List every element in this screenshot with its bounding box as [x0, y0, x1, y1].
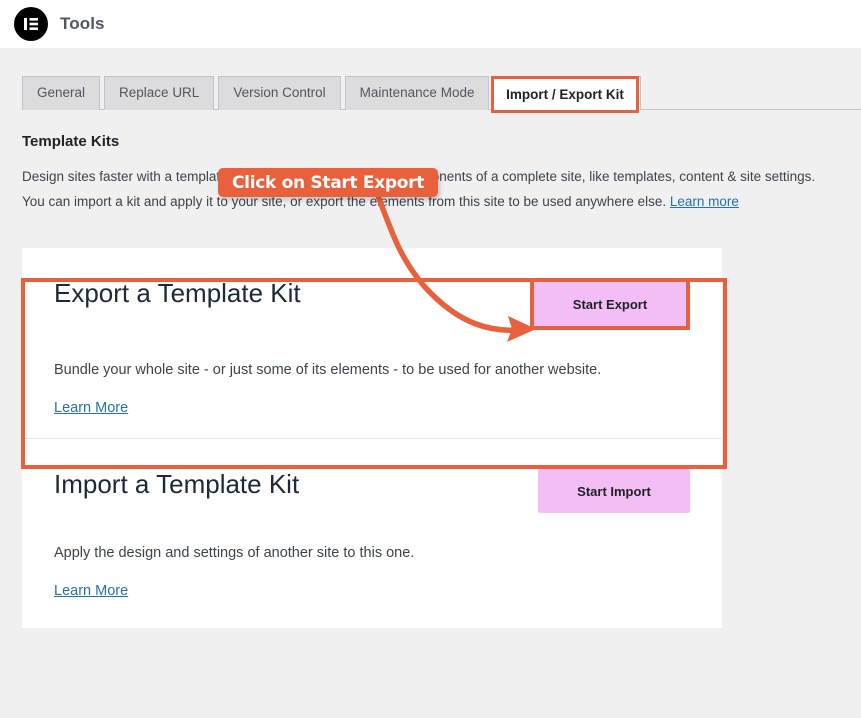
template-kit-cards: Export a Template Kit Start Export Bundl…: [22, 248, 722, 628]
start-export-button[interactable]: Start Export: [534, 282, 686, 326]
tab-general[interactable]: General: [22, 76, 101, 110]
import-kit-card: Import a Template Kit Start Import Apply…: [22, 438, 722, 628]
export-card-learn-more-link[interactable]: Learn More: [54, 400, 128, 416]
tab-replace-url[interactable]: Replace URL: [104, 76, 215, 110]
active-tab-highlight[interactable]: Import / Export Kit: [491, 76, 639, 113]
active-tab-label: Import / Export Kit: [506, 87, 624, 102]
export-card-title: Export a Template Kit: [54, 278, 301, 308]
learn-more-link[interactable]: Learn more: [670, 194, 739, 209]
elementor-logo-icon: [14, 7, 48, 41]
tab-bar: General Replace URL Version Control Main…: [0, 48, 861, 110]
page-title: Tools: [60, 14, 105, 33]
import-card-header: Import a Template Kit Start Import: [54, 469, 690, 513]
callout-label: Click on Start Export: [232, 172, 425, 193]
tab-list: General Replace URL Version Control Main…: [22, 76, 861, 110]
import-card-description: Apply the design and settings of another…: [54, 545, 415, 561]
export-card-header: Export a Template Kit Start Export: [54, 278, 690, 330]
start-import-button[interactable]: Start Import: [538, 469, 690, 513]
import-card-learn-more-link[interactable]: Learn More: [54, 583, 128, 599]
import-card-title: Import a Template Kit: [54, 469, 300, 499]
tab-maintenance-mode[interactable]: Maintenance Mode: [344, 76, 490, 110]
callout-badge: Click on Start Export: [218, 168, 439, 197]
section-title: Template Kits: [22, 133, 120, 150]
start-export-button-highlight: Start Export: [530, 278, 690, 330]
export-card-description: Bundle your whole site - or just some of…: [54, 362, 602, 378]
tab-version-control[interactable]: Version Control: [218, 76, 341, 110]
page-header: Tools: [0, 0, 861, 48]
export-kit-card: Export a Template Kit Start Export Bundl…: [22, 248, 722, 438]
